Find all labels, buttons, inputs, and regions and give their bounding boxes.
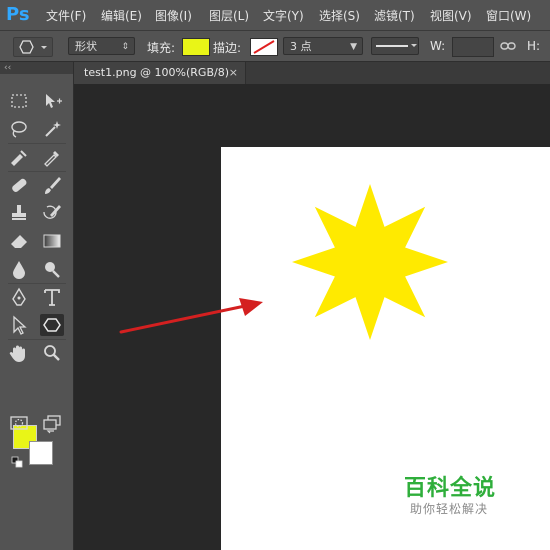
width-label: W:: [430, 39, 446, 53]
fill-color-swatch[interactable]: [182, 38, 210, 56]
path-selection-tool-icon[interactable]: [7, 314, 31, 336]
toolbar-divider: [8, 143, 66, 144]
default-colors-icon[interactable]: [11, 456, 23, 468]
eyedropper-tool-icon[interactable]: [40, 146, 64, 168]
history-brush-tool-icon[interactable]: [40, 202, 64, 224]
shape-mode-select[interactable]: 形状 ⇕: [68, 37, 135, 55]
height-label: H:: [527, 39, 541, 53]
menu-select[interactable]: 选择(S): [319, 7, 360, 24]
shape-mode-value: 形状: [75, 40, 97, 53]
marquee-tool-icon[interactable]: [7, 90, 31, 112]
menu-edit[interactable]: 编辑(E): [101, 7, 142, 24]
stroke-type-select[interactable]: [371, 37, 419, 55]
stroke-size-value: 3 点: [290, 40, 312, 53]
chevron-down-icon: ▼: [350, 42, 357, 52]
blur-tool-icon[interactable]: [7, 258, 31, 280]
healing-brush-tool-icon[interactable]: [7, 174, 31, 196]
tool-preset-picker[interactable]: [13, 37, 53, 57]
magic-wand-tool-icon[interactable]: [40, 118, 64, 140]
document-tab-strip: test1.png @ 100%(RGB/8) ×: [74, 62, 550, 84]
menu-type[interactable]: 文字(Y): [263, 7, 304, 24]
menu-view[interactable]: 视图(V): [430, 7, 472, 24]
polygon-shape-tool-icon[interactable]: [40, 314, 64, 336]
photoshop-logo: Ps: [6, 4, 30, 25]
zoom-tool-icon[interactable]: [40, 342, 64, 364]
menu-file[interactable]: 文件(F): [46, 7, 86, 24]
menu-image[interactable]: 图像(I): [155, 7, 192, 24]
gradient-tool-icon[interactable]: [40, 230, 64, 252]
document-tab-title: test1.png @ 100%(RGB/8): [84, 66, 229, 79]
watermark-subtitle: 助你轻松解决: [410, 502, 489, 516]
lasso-tool-icon[interactable]: [7, 118, 31, 140]
menu-layer[interactable]: 图层(L): [209, 7, 249, 24]
pen-tool-icon[interactable]: [7, 286, 31, 308]
menu-bar: Ps 文件(F) 编辑(E) 图像(I) 图层(L) 文字(Y) 选择(S) 滤…: [0, 0, 550, 31]
close-icon[interactable]: ×: [229, 62, 238, 84]
watermark-title: 百科全说: [404, 476, 497, 501]
link-icon[interactable]: [500, 39, 516, 53]
dodge-tool-icon[interactable]: [40, 258, 64, 280]
type-tool-icon[interactable]: [40, 286, 64, 308]
background-color-swatch[interactable]: [29, 441, 53, 465]
screen-mode-icon[interactable]: [40, 412, 64, 434]
document-tab[interactable]: test1.png @ 100%(RGB/8) ×: [74, 62, 246, 84]
options-bar: 形状 ⇕ 填充: 描边: 3 点 ▼ W: H:: [0, 31, 550, 62]
crop-tool-icon[interactable]: [7, 146, 31, 168]
brush-tool-icon[interactable]: [40, 174, 64, 196]
updown-arrow-icon: ⇕: [121, 42, 129, 52]
move-tool-icon[interactable]: [40, 90, 64, 112]
stroke-line-icon: [376, 44, 417, 47]
stroke-label: 描边:: [213, 41, 242, 55]
menu-filter[interactable]: 滤镜(T): [374, 7, 415, 24]
panel-collapse-grip[interactable]: ‹‹: [0, 62, 73, 74]
quick-mask-icon[interactable]: [7, 412, 31, 434]
red-annotation-arrow: [119, 298, 263, 334]
clone-stamp-tool-icon[interactable]: [7, 202, 31, 224]
tools-panel: ‹‹: [0, 62, 74, 550]
toolbar-divider: [8, 283, 66, 284]
no-stroke-slash-icon: [253, 40, 275, 54]
eraser-tool-icon[interactable]: [7, 230, 31, 252]
toolbar-divider: [8, 171, 66, 172]
eight-point-star-shape[interactable]: [290, 182, 450, 342]
menu-window[interactable]: 窗口(W): [486, 7, 531, 24]
stroke-size-field[interactable]: 3 点 ▼: [283, 37, 363, 55]
hand-tool-icon[interactable]: [7, 342, 31, 364]
fill-label: 填充:: [147, 41, 176, 55]
toolbar-divider: [8, 339, 66, 340]
polygon-tool-icon: [19, 40, 47, 54]
width-input[interactable]: [452, 37, 494, 57]
stroke-color-swatch[interactable]: [250, 38, 278, 56]
